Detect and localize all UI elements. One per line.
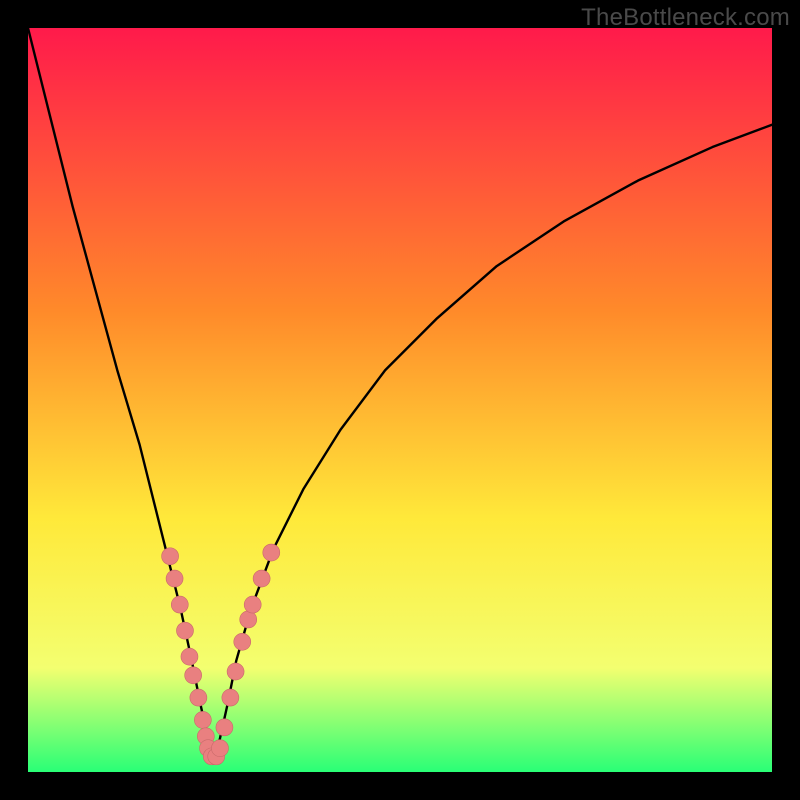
highlight-dot [222, 689, 239, 706]
highlight-dot [227, 663, 244, 680]
highlight-dot [162, 548, 179, 565]
highlight-dot [211, 740, 228, 757]
highlight-dot [166, 570, 183, 587]
highlight-dot [171, 596, 188, 613]
highlight-dot [176, 622, 193, 639]
highlight-dot [194, 711, 211, 728]
chart-frame: TheBottleneck.com [0, 0, 800, 800]
bottleneck-curve [28, 28, 772, 757]
chart-svg [28, 28, 772, 772]
highlight-dot [253, 570, 270, 587]
highlight-dot [244, 596, 261, 613]
highlight-dot [181, 648, 198, 665]
highlight-dot [190, 689, 207, 706]
highlight-dot [263, 544, 280, 561]
highlight-dot [234, 633, 251, 650]
highlight-dot [185, 667, 202, 684]
highlight-dot [216, 719, 233, 736]
highlight-dot [240, 611, 257, 628]
